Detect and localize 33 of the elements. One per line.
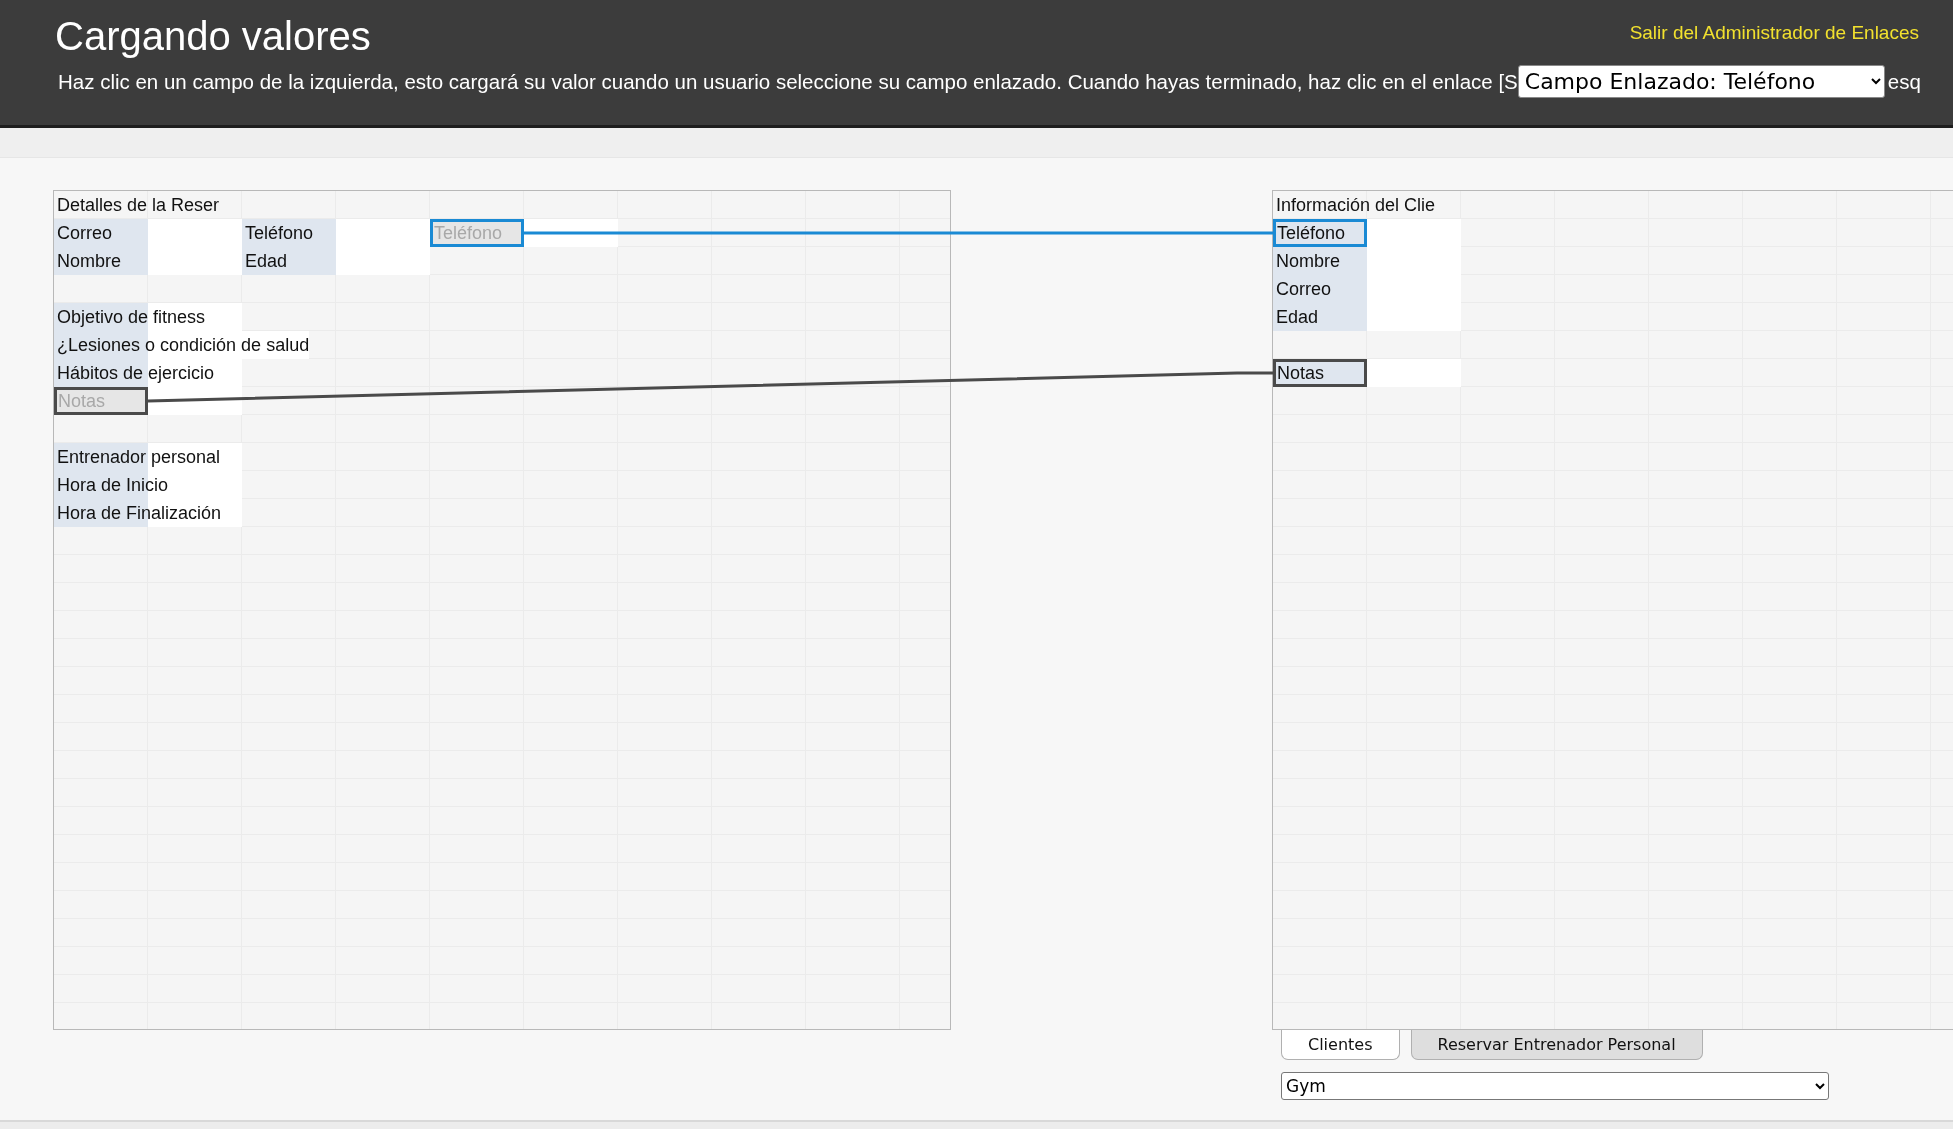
field-label: Hora de Finalización xyxy=(54,499,242,527)
tab[interactable]: Reservar Entrenador Personal xyxy=(1410,1030,1703,1060)
field-label: Nombre xyxy=(1273,247,1367,275)
input-field[interactable] xyxy=(1367,359,1461,387)
field-label: Correo xyxy=(54,219,148,247)
field-label: Objetivo de fitness xyxy=(54,303,242,331)
panel-title: Información del Clie xyxy=(1275,194,1437,217)
field-label: Entrenador personal xyxy=(54,443,242,471)
input-field[interactable] xyxy=(148,219,242,247)
database-dropdown[interactable]: Gym xyxy=(1281,1072,1829,1100)
instructions-text: esq xyxy=(1886,69,1921,94)
field-label: Hora de Inicio xyxy=(54,471,242,499)
input-field[interactable] xyxy=(336,247,430,275)
field-label: Teléfono xyxy=(242,219,336,247)
input-field[interactable] xyxy=(1367,219,1461,247)
instructions-text: Haz clic en un campo de la izquierda, esto cargará su valor cuando un usuario seleccione su campo enlazado. Cuando hayas terminado, haz clic en el enlace [S xyxy=(57,69,1518,94)
input-field[interactable] xyxy=(148,247,242,275)
field-label: Edad xyxy=(242,247,336,275)
field-label: Nombre xyxy=(54,247,148,275)
panel-title: Detalles de la Reser xyxy=(56,194,221,217)
input-field[interactable] xyxy=(524,219,618,247)
field-label: ¿Lesiones o condición de salud xyxy=(54,331,310,359)
exit-link[interactable]: Salir del Administrador de Enlaces xyxy=(1629,22,1919,44)
field-label: Edad xyxy=(1273,303,1367,331)
linked-field[interactable]: Notas xyxy=(1273,359,1367,387)
field-label: Hábitos de ejercicio xyxy=(54,359,242,387)
tab[interactable]: Clientes xyxy=(1281,1030,1400,1060)
input-field[interactable] xyxy=(1367,303,1461,331)
linked-field-dropdown[interactable]: Campo Enlazado: Teléfono xyxy=(1517,65,1885,98)
page-title: Cargando valores xyxy=(55,14,371,59)
linked-field[interactable]: Teléfono xyxy=(1273,219,1367,247)
input-field[interactable] xyxy=(336,219,430,247)
field-label: Correo xyxy=(1273,275,1367,303)
